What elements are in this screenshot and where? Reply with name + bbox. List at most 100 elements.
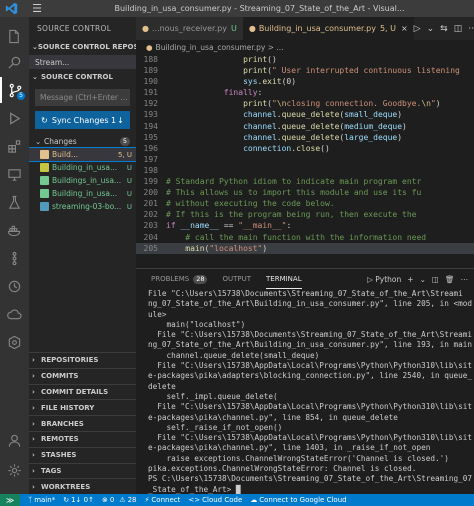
code-line[interactable]: 203 if __name__ == "__main__":	[136, 220, 474, 231]
sync-changes-button[interactable]: ↻ Sync Changes 1 ↓	[35, 111, 130, 129]
chevron-right-icon: ›	[32, 482, 35, 491]
section-header-commits[interactable]: › COMMITS	[29, 367, 136, 384]
chevron-right-icon: ›	[32, 372, 35, 381]
terminal-line: raise exceptions.ChannelWrongStateError(…	[148, 453, 449, 463]
compare-changes-icon[interactable]: ⇆	[440, 24, 448, 34]
code-line[interactable]: 193 channel.queue_delete(small_deque)	[136, 109, 474, 120]
file-type-icon	[40, 150, 49, 159]
trash-icon[interactable]: 🗑	[445, 275, 455, 284]
connect-status[interactable]: ⚡ Connect	[145, 496, 181, 504]
manage-gear-icon[interactable]	[0, 457, 29, 483]
code-line[interactable]: 198	[136, 165, 474, 176]
extensions-icon[interactable]	[0, 133, 29, 159]
terminal-line: self._impl.queue_delete(	[148, 391, 278, 401]
code-line[interactable]: 200 # This allows us to import this modul…	[136, 187, 474, 198]
source-control-icon[interactable]: 5	[0, 77, 29, 103]
changes-group-header[interactable]: ⌄ Changes 5	[29, 134, 136, 148]
commit-message-input[interactable]: Message (Ctrl+Enter ...	[35, 89, 130, 106]
section-header-commit-details[interactable]: › COMMIT DETAILS	[29, 383, 136, 400]
changed-file-item[interactable]: streaming-03-bo... U	[29, 200, 136, 213]
code-line[interactable]: 196 connection.close()	[136, 143, 474, 154]
branch-indicator[interactable]: ᛉ main*	[28, 496, 55, 504]
chevron-down-icon[interactable]: ⌄	[420, 275, 426, 284]
tab-building-in-usa-consumer[interactable]: ● Building_in_usa_consumer.py 5, U ×	[242, 17, 414, 40]
terminal-line: PS C:\Users\15738\Documents\Streaming_07…	[148, 474, 472, 484]
code-editor[interactable]: 188 print() 189 print(" User interrupted …	[136, 54, 474, 268]
code-line[interactable]: 191 finally:	[136, 87, 474, 98]
kubernetes-icon[interactable]	[0, 329, 29, 355]
code-text: main("localhost")	[185, 243, 268, 253]
testing-icon[interactable]	[0, 189, 29, 215]
section-header-file-history[interactable]: › FILE HISTORY	[29, 399, 136, 415]
terminal-line: delete	[148, 381, 176, 391]
google-cloud-status[interactable]: ☁ Connect to Google Cloud	[250, 496, 346, 504]
remote-indicator-icon[interactable]: ≫	[0, 494, 20, 506]
cloud-code-status[interactable]: <> Cloud Code	[188, 496, 242, 504]
terminal-shell-selector[interactable]: ▷ Python	[367, 275, 401, 284]
section-header-remotes[interactable]: › REMOTES	[29, 430, 136, 447]
repositories-section-header[interactable]: ⌄ SOURCE CONTROL REPOSIT...	[29, 39, 136, 55]
tab-problems[interactable]: PROBLEMS 28	[151, 269, 208, 289]
terminal-output[interactable]: File "C:\Users\15738\Documents\Streaming…	[136, 289, 474, 495]
breadcrumb-path[interactable]: Building_in_usa_consumer.py > ...	[156, 43, 284, 52]
terminal-line: self._raise_if_not_open()	[148, 422, 283, 432]
menu-icon[interactable]: ☰	[29, 0, 45, 17]
code-line[interactable]: 201 # without executing the code below.	[136, 198, 474, 209]
new-terminal-icon[interactable]: +	[407, 275, 413, 284]
search-icon[interactable]	[0, 49, 29, 75]
cloud-code-label: Cloud Code	[202, 496, 243, 504]
code-line[interactable]: 195 channel.queue_delete(large_deque)	[136, 132, 474, 143]
changed-file-item[interactable]: Building_in_usa... U	[29, 187, 136, 200]
tab-output[interactable]: OUTPUT	[222, 269, 251, 289]
changed-file-item[interactable]: Buildings_in_usa... U	[29, 174, 136, 187]
code-line[interactable]: 192 print("\nclosing connection. Goodbye…	[136, 98, 474, 109]
problems-status[interactable]: ⊗ 0 ⚠ 28	[102, 496, 137, 504]
explorer-icon[interactable]	[0, 23, 29, 49]
sync-status[interactable]: ↻ 1↓ 0↑	[63, 496, 94, 504]
run-python-file-icon[interactable]: ▷	[414, 24, 421, 34]
docker-icon[interactable]	[0, 217, 29, 243]
code-text: connection.close()	[243, 143, 330, 153]
remote-explorer-icon[interactable]	[0, 161, 29, 187]
repository-item[interactable]: Stream...	[29, 55, 136, 69]
code-line[interactable]: 189 print(" User interrupted continuous …	[136, 65, 474, 76]
split-editor-icon[interactable]: ◫	[454, 24, 463, 34]
more-actions-icon[interactable]: ⋯	[461, 275, 469, 284]
source-control-section-header[interactable]: ⌄ SOURCE CONTROL	[29, 69, 136, 85]
terminal-line: File "C:\Users\15738\AppData\Local\Progr…	[148, 402, 472, 412]
breadcrumb: ● Building_in_usa_consumer.py > ...	[136, 40, 474, 54]
cloud-code-icon[interactable]	[0, 301, 29, 327]
code-line[interactable]: 204 # call the main function with the in…	[136, 232, 474, 243]
code-line[interactable]: 202 # If this is the program being run, t…	[136, 209, 474, 220]
chevron-down-icon: ⌄	[32, 73, 38, 81]
section-header-repositories[interactable]: › REPOSITORIES	[29, 352, 136, 368]
split-terminal-icon[interactable]: ◫	[432, 275, 439, 284]
git-graph-icon[interactable]	[0, 245, 29, 271]
code-line[interactable]: 188 print()	[136, 54, 474, 65]
run-debug-icon[interactable]	[0, 105, 29, 131]
account-icon[interactable]	[0, 427, 29, 453]
section-header-tags[interactable]: › TAGS	[29, 462, 136, 479]
changed-file-item[interactable]: Build... 5, U	[29, 147, 136, 162]
section-label: REMOTES	[41, 435, 79, 444]
code-line[interactable]: 194 channel.queue_delete(medium_deque)	[136, 121, 474, 132]
code-line[interactable]: 197	[136, 154, 474, 165]
close-icon[interactable]: ×	[401, 24, 408, 33]
error-icon: ⊗	[101, 496, 108, 504]
timeline-icon[interactable]	[0, 273, 29, 299]
tab-async-receiver[interactable]: ● ...nous_receiver.py U	[136, 17, 243, 40]
code-line[interactable]: 190 sys.exit(0)	[136, 76, 474, 87]
changed-file-item[interactable]: Building_in_usa... U	[29, 161, 136, 174]
section-header-branches[interactable]: › BRANCHES	[29, 415, 136, 431]
more-actions-icon[interactable]: ⋯	[468, 24, 474, 34]
section-header-stashes[interactable]: › STASHES	[29, 446, 136, 463]
code-line[interactable]: 205 main("localhost")	[136, 242, 474, 254]
line-number: 192	[143, 99, 158, 109]
section-label: COMMITS	[41, 372, 79, 381]
chevron-down-icon[interactable]: ⌄	[427, 24, 435, 34]
code-text: # Standard Python idiom to indicate main…	[166, 177, 422, 187]
code-line[interactable]: 199 # Standard Python idiom to indicate m…	[136, 176, 474, 187]
section-header-worktrees[interactable]: › WORKTREES	[29, 478, 136, 494]
repo-name: Stream...	[35, 57, 70, 67]
tab-terminal[interactable]: TERMINAL	[266, 269, 302, 289]
